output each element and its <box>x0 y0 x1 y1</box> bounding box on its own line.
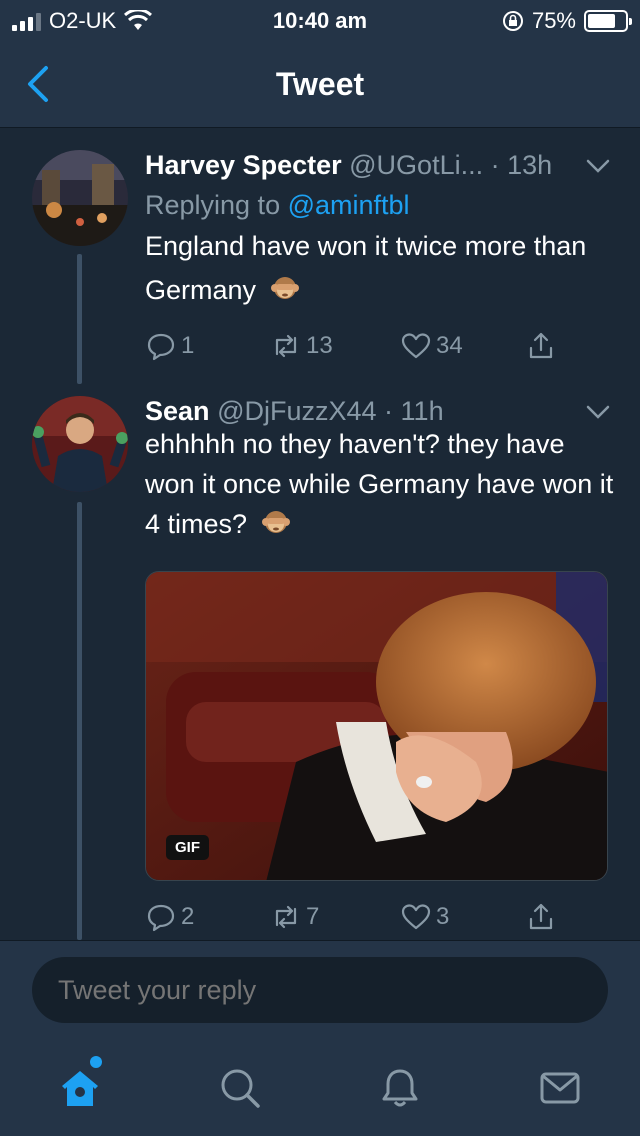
battery-percent: 75% <box>531 8 576 33</box>
tweet-actions: 2 7 3 <box>145 901 575 941</box>
see-no-evil-monkey-icon <box>261 511 290 533</box>
tweet-text: England have won it twice more than Germ… <box>145 224 615 312</box>
status-bar: O2-UK 10:40 am 75% <box>0 0 640 40</box>
share-action[interactable] <box>525 901 557 933</box>
home-icon[interactable] <box>58 1066 102 1110</box>
reply-count: 2 <box>181 903 195 930</box>
display-name[interactable]: Harvey Specter <box>145 150 342 180</box>
nav-bar: Tweet <box>0 40 640 128</box>
share-icon <box>529 903 553 930</box>
reply-count: 1 <box>181 332 195 359</box>
reply-action[interactable]: 1 <box>145 330 194 362</box>
timestamp: · 13h <box>490 150 553 180</box>
search-icon[interactable] <box>218 1066 262 1110</box>
tweet-header: Harvey Specter @UGotLi... · 13h <box>145 150 552 181</box>
share-action[interactable] <box>525 330 557 362</box>
like-count: 3 <box>436 903 450 930</box>
page-title: Tweet <box>275 66 365 102</box>
retweet-count: 7 <box>306 903 320 930</box>
thread-line <box>77 502 82 940</box>
heart-icon <box>401 333 431 359</box>
reply-bar <box>0 940 640 1038</box>
battery-icon <box>584 10 632 32</box>
like-action[interactable]: 3 <box>400 901 449 933</box>
retweet-action[interactable]: 7 <box>270 901 319 933</box>
tweet-actions: 1 13 34 <box>145 330 575 370</box>
thread-line <box>77 254 82 384</box>
like-count: 34 <box>436 332 463 359</box>
tab-bar <box>0 1038 640 1136</box>
avatar[interactable] <box>32 150 128 246</box>
display-name[interactable]: Sean <box>145 396 210 426</box>
retweet-icon <box>275 905 297 929</box>
gif-image <box>146 572 607 880</box>
tweet-text-body: England have won it twice more than Germ… <box>145 231 587 305</box>
see-no-evil-monkey-icon <box>270 277 299 299</box>
timestamp: · 11h <box>384 396 444 426</box>
handle[interactable]: @UGotLi... <box>349 150 483 180</box>
reply-input[interactable] <box>32 957 608 1023</box>
heart-icon <box>401 904 431 930</box>
home-notification-dot <box>90 1056 102 1068</box>
retweet-count: 13 <box>306 332 333 359</box>
chevron-down-icon[interactable] <box>586 404 610 420</box>
reply-action[interactable]: 2 <box>145 901 194 933</box>
chevron-down-icon[interactable] <box>586 158 610 174</box>
like-action[interactable]: 34 <box>400 330 463 362</box>
replying-prefix: Replying to <box>145 190 288 220</box>
avatar[interactable] <box>32 396 128 492</box>
retweet-icon <box>275 334 297 358</box>
mention-link[interactable]: @aminftbl <box>288 190 410 220</box>
replying-to: Replying to @aminftbl <box>145 190 410 221</box>
retweet-action[interactable]: 13 <box>270 330 333 362</box>
tweet-text: ehhhhh no they haven't? they have won it… <box>145 424 615 544</box>
notifications-icon[interactable] <box>378 1066 422 1110</box>
reply-icon <box>147 904 175 932</box>
handle[interactable]: @DjFuzzX44 <box>217 396 376 426</box>
gif-media[interactable]: GIF <box>145 571 608 881</box>
tweet-sean[interactable]: Sean @DjFuzzX44 · 11h ehhhhh no they hav… <box>0 396 640 940</box>
rotation-lock-icon <box>502 11 523 31</box>
messages-icon[interactable] <box>538 1066 582 1110</box>
status-right: 75% <box>502 8 632 34</box>
tweet-text-body: ehhhhh no they haven't? they have won it… <box>145 429 614 539</box>
share-icon <box>529 332 553 359</box>
reply-icon <box>147 333 175 361</box>
tweet-harvey-specter[interactable]: Harvey Specter @UGotLi... · 13h Replying… <box>0 150 640 390</box>
tweet-header: Sean @DjFuzzX44 · 11h <box>145 396 444 427</box>
gif-badge: GIF <box>166 835 209 860</box>
